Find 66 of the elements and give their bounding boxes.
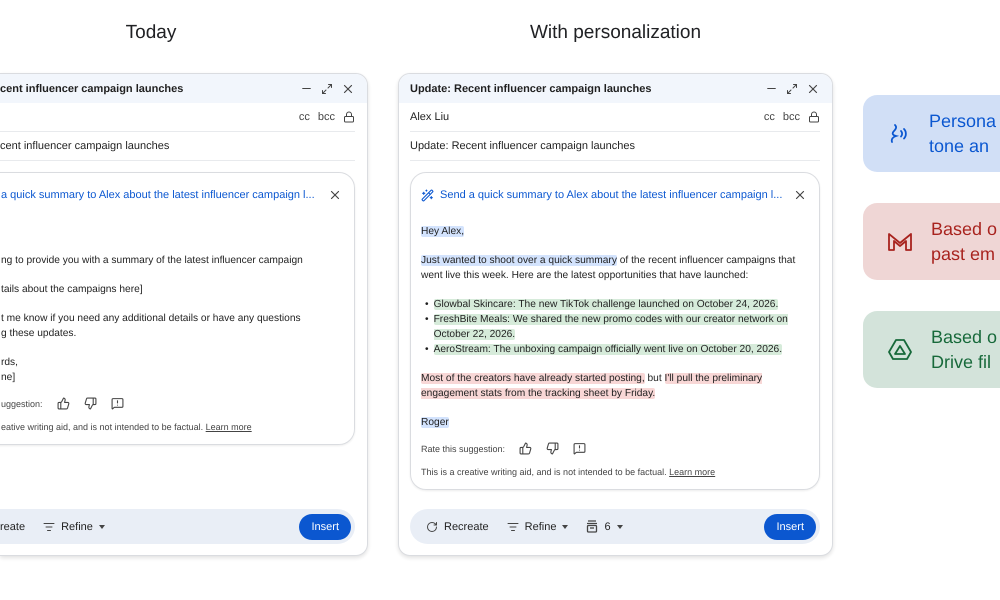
list-item: Glowbal Skincare: The new TikTok challenge launched on October 24, 2026. (434, 298, 780, 312)
bcc-link[interactable]: bcc (782, 111, 800, 123)
disclaimer-text: eative writing aid, and is not intended to be factual. Learn more (1, 422, 253, 432)
insert-button[interactable]: Insert (299, 514, 351, 540)
rate-label: uggestion: (1, 398, 43, 408)
disclaimer-text: This is a creative writing aid, and is not intended to be factual. Learn more (421, 467, 716, 477)
drive-icon (887, 338, 913, 362)
caret-icon (98, 524, 105, 528)
bullet: • (425, 298, 429, 312)
source-label: Based o past em (931, 218, 998, 266)
filter-icon (43, 520, 56, 532)
thumbs-down-icon[interactable] (84, 397, 97, 410)
body-text: rds, (1, 356, 19, 370)
thumbs-down-icon[interactable] (546, 442, 560, 455)
source-label: Based o Drive fil (931, 326, 998, 374)
learn-more-link[interactable]: Learn more (206, 422, 252, 432)
expand-icon[interactable] (321, 82, 333, 94)
feedback-icon[interactable] (110, 397, 124, 410)
window-title: Update: Recent influencer campaign launches (410, 82, 652, 94)
bullet: • (425, 343, 429, 357)
length-icon (586, 520, 598, 533)
caret-icon (562, 524, 568, 528)
body-paragraph: Roger (421, 416, 450, 430)
lock-icon (343, 111, 355, 123)
learn-more-link[interactable]: Learn more (669, 467, 716, 477)
recipient-field[interactable]: Alex Liu (410, 111, 756, 123)
recreate-button[interactable]: reate (0, 520, 26, 532)
subject-field[interactable]: Update: Recent influencer campaign launches (410, 140, 820, 152)
prompt-text: a quick summary to Alex about the latest influencer campaign l... (1, 189, 316, 201)
body-paragraph: Just wanted to shoot over a quick summary of the recent influencer campaigns that went live this week. Here are the latest opportunities that have launched: (421, 254, 796, 283)
recreate-button[interactable]: Recreate (426, 520, 489, 532)
bcc-link[interactable]: bcc (318, 111, 335, 123)
list-item: AeroStream: The unboxing campaign officially went live on October 20, 2026. (434, 343, 784, 357)
column-heading: With personalization (530, 22, 702, 44)
caret-icon (616, 524, 623, 528)
lock-icon (808, 111, 820, 123)
body-text: g these updates. (1, 327, 78, 341)
close-icon[interactable] (793, 188, 807, 202)
refresh-icon (426, 520, 438, 532)
thumbs-up-icon[interactable] (519, 442, 532, 455)
thumbs-up-icon[interactable] (56, 397, 70, 410)
window-title: cent influencer campaign launches (0, 82, 184, 94)
length-button[interactable]: 6 (586, 520, 623, 533)
source-label: Persona tone an (929, 110, 996, 158)
subject-field[interactable]: cent influencer campaign launches (0, 140, 355, 152)
cc-link[interactable]: cc (764, 111, 775, 123)
rate-label: Rate this suggestion: (421, 444, 506, 454)
body-paragraph: Most of the creators have already started posting, but I'll pull the preliminary engagement stats from the tracking sheet by Friday. (421, 372, 764, 401)
bullet: • (425, 313, 429, 327)
feedback-icon[interactable] (573, 442, 586, 455)
prompt-text: Send a quick summary to Alex about the latest influencer campaign l... (440, 189, 784, 201)
filter-icon (506, 520, 519, 532)
expand-icon[interactable] (786, 82, 798, 94)
body-text: ne] (1, 371, 16, 385)
body-text: t me know if you need any additional details or have any questions (1, 312, 302, 326)
column-heading: Today (126, 22, 176, 44)
refine-button[interactable]: Refine (43, 520, 105, 532)
body-text: tails about the campaigns here] (1, 283, 144, 297)
list-item: FreshBite Meals: We shared the new promo codes with our creator network on October 22, 2026. (434, 313, 789, 342)
insert-button[interactable]: Insert (764, 514, 816, 540)
body-text: ng to provide you with a summary of the latest influencer campaign (1, 254, 304, 268)
mail-icon (887, 230, 913, 252)
refine-button[interactable]: Refine (506, 520, 568, 532)
cc-link[interactable]: cc (298, 111, 310, 123)
close-icon[interactable] (328, 188, 342, 202)
body-paragraph: Hey Alex, (421, 225, 466, 239)
